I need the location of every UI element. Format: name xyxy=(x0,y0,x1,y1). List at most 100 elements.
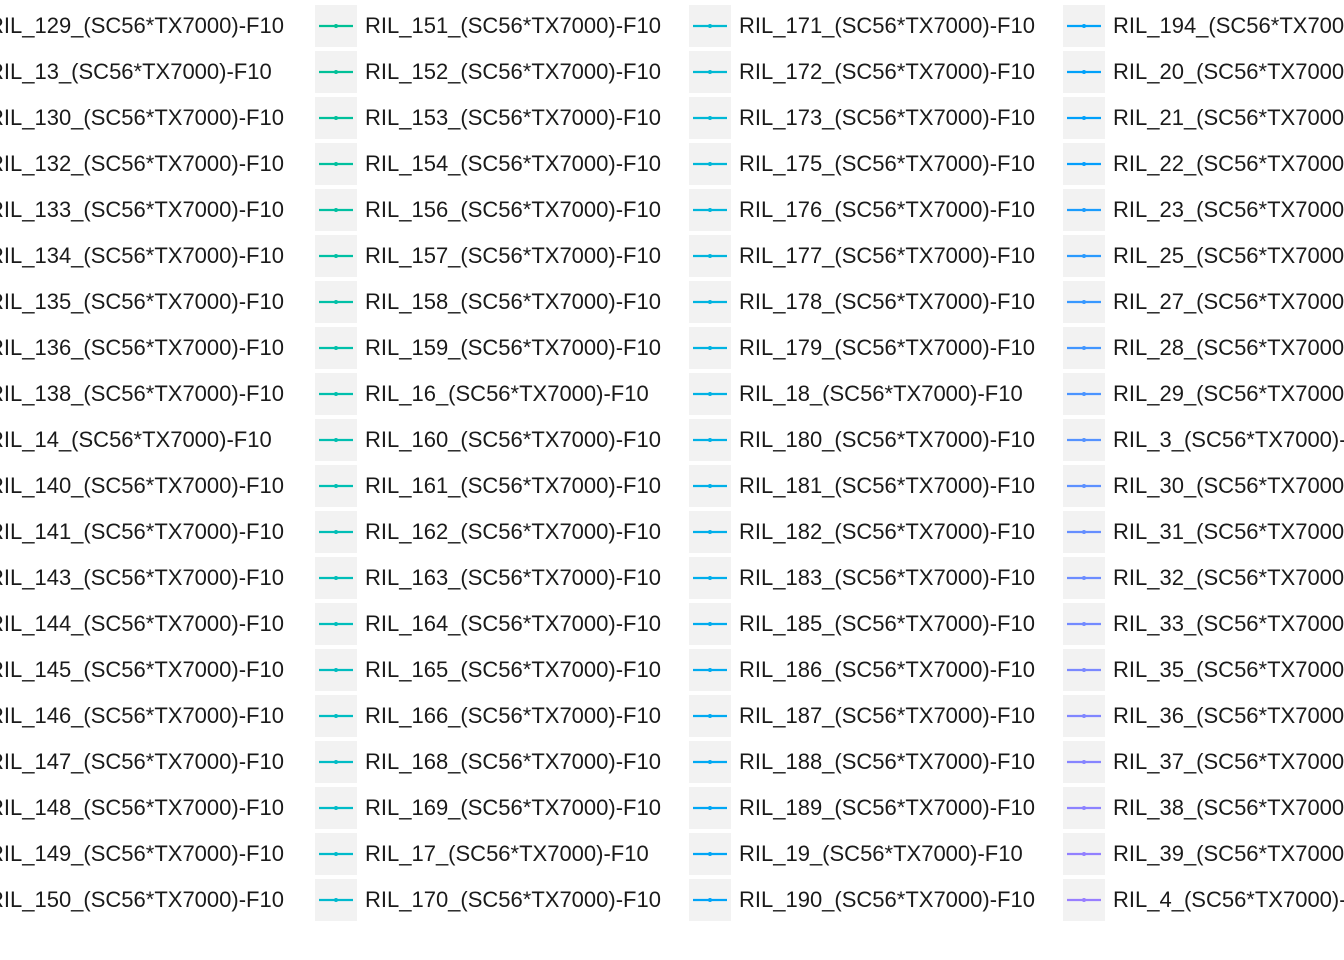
legend-key xyxy=(689,787,731,829)
legend-key xyxy=(689,51,731,93)
legend-swatch-point xyxy=(708,24,712,28)
legend-label: RIL_135_(SC56*TX7000)-F10 xyxy=(0,289,284,314)
legend-swatch-icon xyxy=(693,576,727,580)
legend-key xyxy=(315,281,357,323)
legend-key xyxy=(689,465,731,507)
legend-label: RIL_157_(SC56*TX7000)-F10 xyxy=(365,243,661,268)
legend-key xyxy=(1063,327,1105,369)
legend-key xyxy=(315,235,357,277)
legend-swatch-icon xyxy=(1067,300,1101,304)
legend-swatch-point xyxy=(1082,254,1086,258)
legend-key xyxy=(1063,741,1105,783)
legend-label: RIL_172_(SC56*TX7000)-F10 xyxy=(739,59,1035,84)
legend-key xyxy=(315,741,357,783)
legend-label: RIL_154_(SC56*TX7000)-F10 xyxy=(365,151,661,176)
legend-swatch-icon xyxy=(319,208,353,212)
legend-swatch-point xyxy=(708,208,712,212)
legend-label: RIL_177_(SC56*TX7000)-F10 xyxy=(739,243,1035,268)
legend-swatch-point xyxy=(1082,530,1086,534)
legend-key xyxy=(315,97,357,139)
legend-key xyxy=(1063,833,1105,875)
legend-swatch-icon xyxy=(1067,70,1101,74)
legend-key xyxy=(315,373,357,415)
legend-swatch-point xyxy=(708,300,712,304)
legend-label: RIL_14_(SC56*TX7000)-F10 xyxy=(0,427,272,452)
legend-label: RIL_136_(SC56*TX7000)-F10 xyxy=(0,335,284,360)
legend-swatch-icon xyxy=(319,806,353,810)
legend-label: RIL_141_(SC56*TX7000)-F10 xyxy=(0,519,284,544)
legend-swatch-point xyxy=(1082,852,1086,856)
legend-swatch-point xyxy=(1082,760,1086,764)
legend-swatch-icon xyxy=(693,530,727,534)
legend-key xyxy=(689,327,731,369)
legend-swatch-point xyxy=(334,806,338,810)
legend-swatch-icon xyxy=(693,208,727,212)
legend-key xyxy=(689,373,731,415)
legend-swatch-icon xyxy=(693,714,727,718)
legend-swatch-icon xyxy=(319,576,353,580)
legend-key xyxy=(1063,465,1105,507)
legend-label: RIL_181_(SC56*TX7000)-F10 xyxy=(739,473,1035,498)
legend-swatch-icon xyxy=(319,116,353,120)
legend-swatch-point xyxy=(1082,116,1086,120)
legend-swatch-point xyxy=(708,438,712,442)
legend-swatch-icon xyxy=(319,24,353,28)
legend-key xyxy=(1063,649,1105,691)
legend-swatch-icon xyxy=(693,162,727,166)
legend-swatch-point xyxy=(708,806,712,810)
legend-swatch-point xyxy=(708,484,712,488)
legend-swatch-point xyxy=(334,346,338,350)
legend-swatch-icon xyxy=(1067,668,1101,672)
legend-swatch-point xyxy=(708,530,712,534)
legend-swatch-icon xyxy=(319,300,353,304)
legend-swatch-point xyxy=(1082,24,1086,28)
legend-label: RIL_36_(SC56*TX7000)-F10 xyxy=(1113,703,1344,728)
legend-swatch-point xyxy=(708,576,712,580)
legend-label: RIL_185_(SC56*TX7000)-F10 xyxy=(739,611,1035,636)
legend-swatch-point xyxy=(1082,484,1086,488)
legend-swatch-icon xyxy=(693,24,727,28)
legend-swatch-icon xyxy=(1067,530,1101,534)
legend-swatch-point xyxy=(708,622,712,626)
legend-label: RIL_13_(SC56*TX7000)-F10 xyxy=(0,59,272,84)
legend-key xyxy=(1063,695,1105,737)
legend-label: RIL_175_(SC56*TX7000)-F10 xyxy=(739,151,1035,176)
legend-swatch-icon xyxy=(319,622,353,626)
legend-key xyxy=(315,833,357,875)
legend-key xyxy=(689,833,731,875)
legend-swatch-icon xyxy=(1067,392,1101,396)
legend-swatch-icon xyxy=(1067,576,1101,580)
legend-swatch-icon xyxy=(319,162,353,166)
legend-key xyxy=(315,327,357,369)
legend-label: RIL_143_(SC56*TX7000)-F10 xyxy=(0,565,284,590)
legend-swatch-icon xyxy=(319,70,353,74)
legend-label: RIL_194_(SC56*TX7000)-F10 xyxy=(1113,13,1344,38)
legend-key xyxy=(315,465,357,507)
legend-key xyxy=(689,281,731,323)
legend-swatch-icon xyxy=(319,760,353,764)
legend-swatch-icon xyxy=(693,898,727,902)
legend-swatch-point xyxy=(1082,300,1086,304)
legend-swatch-point xyxy=(334,24,338,28)
legend-label: RIL_3_(SC56*TX7000)-F10 xyxy=(1113,427,1344,452)
legend-key xyxy=(689,741,731,783)
legend-swatch-icon xyxy=(319,898,353,902)
legend-key xyxy=(315,787,357,829)
legend-label: RIL_180_(SC56*TX7000)-F10 xyxy=(739,427,1035,452)
legend-label: RIL_17_(SC56*TX7000)-F10 xyxy=(365,841,649,866)
legend-swatch-point xyxy=(708,898,712,902)
legend-label: RIL_133_(SC56*TX7000)-F10 xyxy=(0,197,284,222)
legend-swatch-icon xyxy=(319,668,353,672)
legend-label: RIL_164_(SC56*TX7000)-F10 xyxy=(365,611,661,636)
legend-key xyxy=(1063,97,1105,139)
legend-swatch-point xyxy=(708,392,712,396)
legend-label: RIL_179_(SC56*TX7000)-F10 xyxy=(739,335,1035,360)
legend-swatch-point xyxy=(334,392,338,396)
legend-label: RIL_163_(SC56*TX7000)-F10 xyxy=(365,565,661,590)
legend-label: RIL_156_(SC56*TX7000)-F10 xyxy=(365,197,661,222)
legend-label: RIL_134_(SC56*TX7000)-F10 xyxy=(0,243,284,268)
legend-label: RIL_32_(SC56*TX7000)-F10 xyxy=(1113,565,1344,590)
legend-label: RIL_188_(SC56*TX7000)-F10 xyxy=(739,749,1035,774)
legend-swatch-point xyxy=(334,852,338,856)
legend-label: RIL_27_(SC56*TX7000)-F10 xyxy=(1113,289,1344,314)
